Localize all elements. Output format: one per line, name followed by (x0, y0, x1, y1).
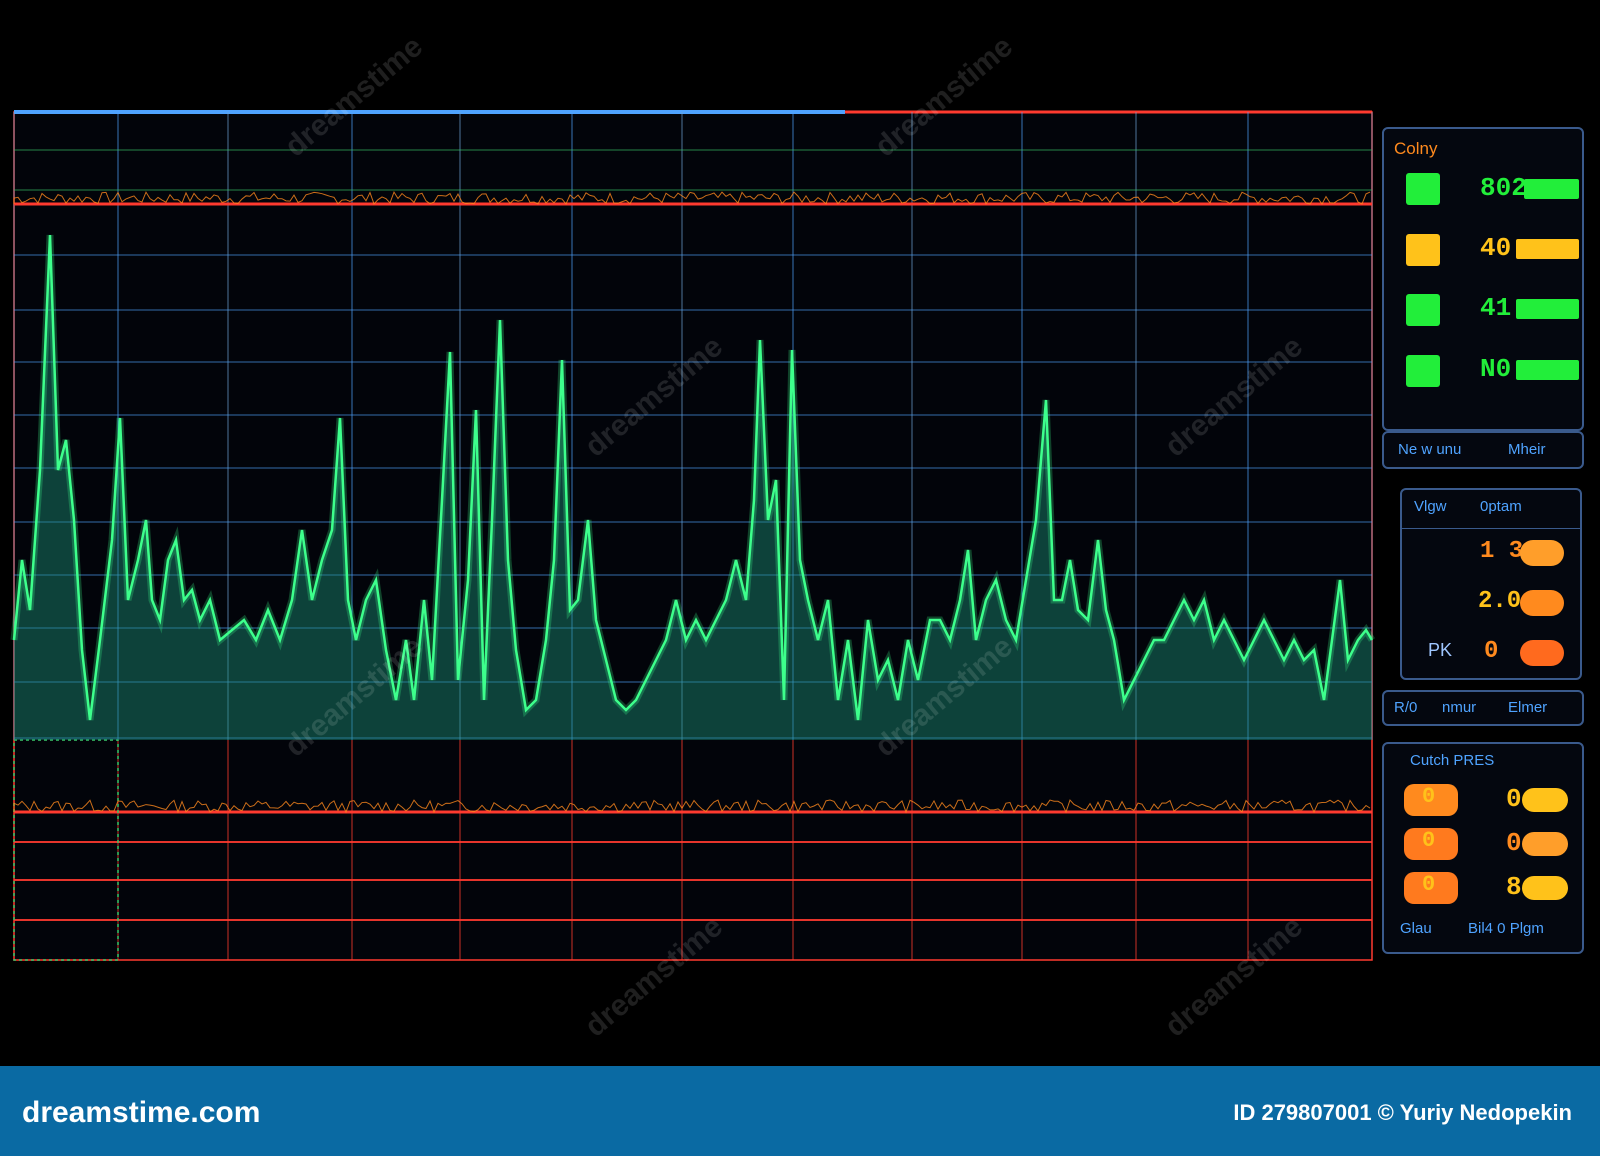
panel-mid-side-label: PK (1428, 640, 1453, 660)
watermark-footer-bar: dreamstime.com ID 279807001 © Yuriy Nedo… (0, 1066, 1600, 1156)
panel-top-footer-left[interactable]: Ne w unu (1398, 441, 1461, 458)
readout-panel-bottom: Cutch PRES 0 0 0 0 0 8 Glau Bil4 0 Plgm (1382, 742, 1584, 954)
status-swatch-2 (1406, 234, 1440, 266)
mid-indicator-2 (1520, 590, 1564, 616)
bottom-right-pill-2 (1522, 832, 1568, 856)
bottom-right-value-2: 0 (1506, 828, 1522, 858)
panel-bottom-footer-right[interactable]: Bil4 0 Plgm (1468, 920, 1544, 937)
status-swatch-4 (1406, 355, 1440, 387)
bottom-left-value-1: 0 (1422, 784, 1436, 809)
bottom-right-pill-1 (1522, 788, 1568, 812)
mid-value-1: 1 3 (1480, 538, 1524, 565)
waveform-graph (10, 110, 1376, 961)
readout-bar-3 (1516, 299, 1579, 319)
mid-indicator-1 (1520, 540, 1564, 566)
bottom-left-value-3: 0 (1422, 872, 1436, 897)
panel-bottom-title: Cutch PRES (1410, 752, 1495, 769)
bottom-left-value-2: 0 (1422, 828, 1436, 853)
panel-mid-footer: R/0 nmur Elmer (1382, 690, 1584, 726)
panel-top-footer: Ne w unu Mheir (1382, 431, 1584, 469)
oscilloscope-display: Colny 802 40 41 N0 Ne w unu Mheir Vlgw 0… (0, 0, 1600, 1066)
panel-mid-footer-mid[interactable]: nmur (1442, 699, 1476, 716)
panel-mid-footer-right[interactable]: Elmer (1508, 699, 1547, 716)
readout-value-3: 41 (1480, 293, 1512, 323)
panel-top-footer-right[interactable]: Mheir (1508, 441, 1546, 458)
readout-panel-top: Colny 802 40 41 N0 (1382, 127, 1584, 431)
mid-value-3: 0 (1484, 638, 1499, 665)
bottom-right-value-3: 8 (1506, 872, 1522, 902)
readout-panel-mid: Vlgw 0ptam PK 1 3 2.0 0 (1400, 488, 1582, 680)
footer-site-name[interactable]: dreamstime.com (22, 1096, 260, 1130)
readout-bar-4 (1516, 360, 1579, 380)
panel-mid-footer-left[interactable]: R/0 (1394, 699, 1417, 716)
mid-value-2: 2.0 (1478, 588, 1522, 615)
readout-value-4: N0 (1480, 354, 1512, 384)
footer-image-credit: ID 279807001 © Yuriy Nedopekin (1233, 1100, 1572, 1125)
bottom-right-value-1: 0 (1506, 784, 1522, 814)
status-swatch-3 (1406, 294, 1440, 326)
panel-mid-title-left: Vlgw (1414, 498, 1447, 515)
panel-mid-title-right: 0ptam (1480, 498, 1522, 515)
mid-indicator-3 (1520, 640, 1564, 666)
readout-value-2: 40 (1480, 233, 1512, 263)
panel-bottom-footer-left[interactable]: Glau (1400, 920, 1432, 937)
panel-mid-divider (1402, 528, 1580, 529)
readout-bar-2 (1516, 239, 1579, 259)
status-swatch-1 (1406, 173, 1440, 205)
graph-frame (13, 111, 1373, 961)
panel-top-title: Colny (1394, 139, 1438, 158)
bottom-right-pill-3 (1522, 876, 1568, 900)
readout-value-1: 802 (1480, 173, 1527, 203)
readout-bar-1 (1524, 179, 1579, 199)
